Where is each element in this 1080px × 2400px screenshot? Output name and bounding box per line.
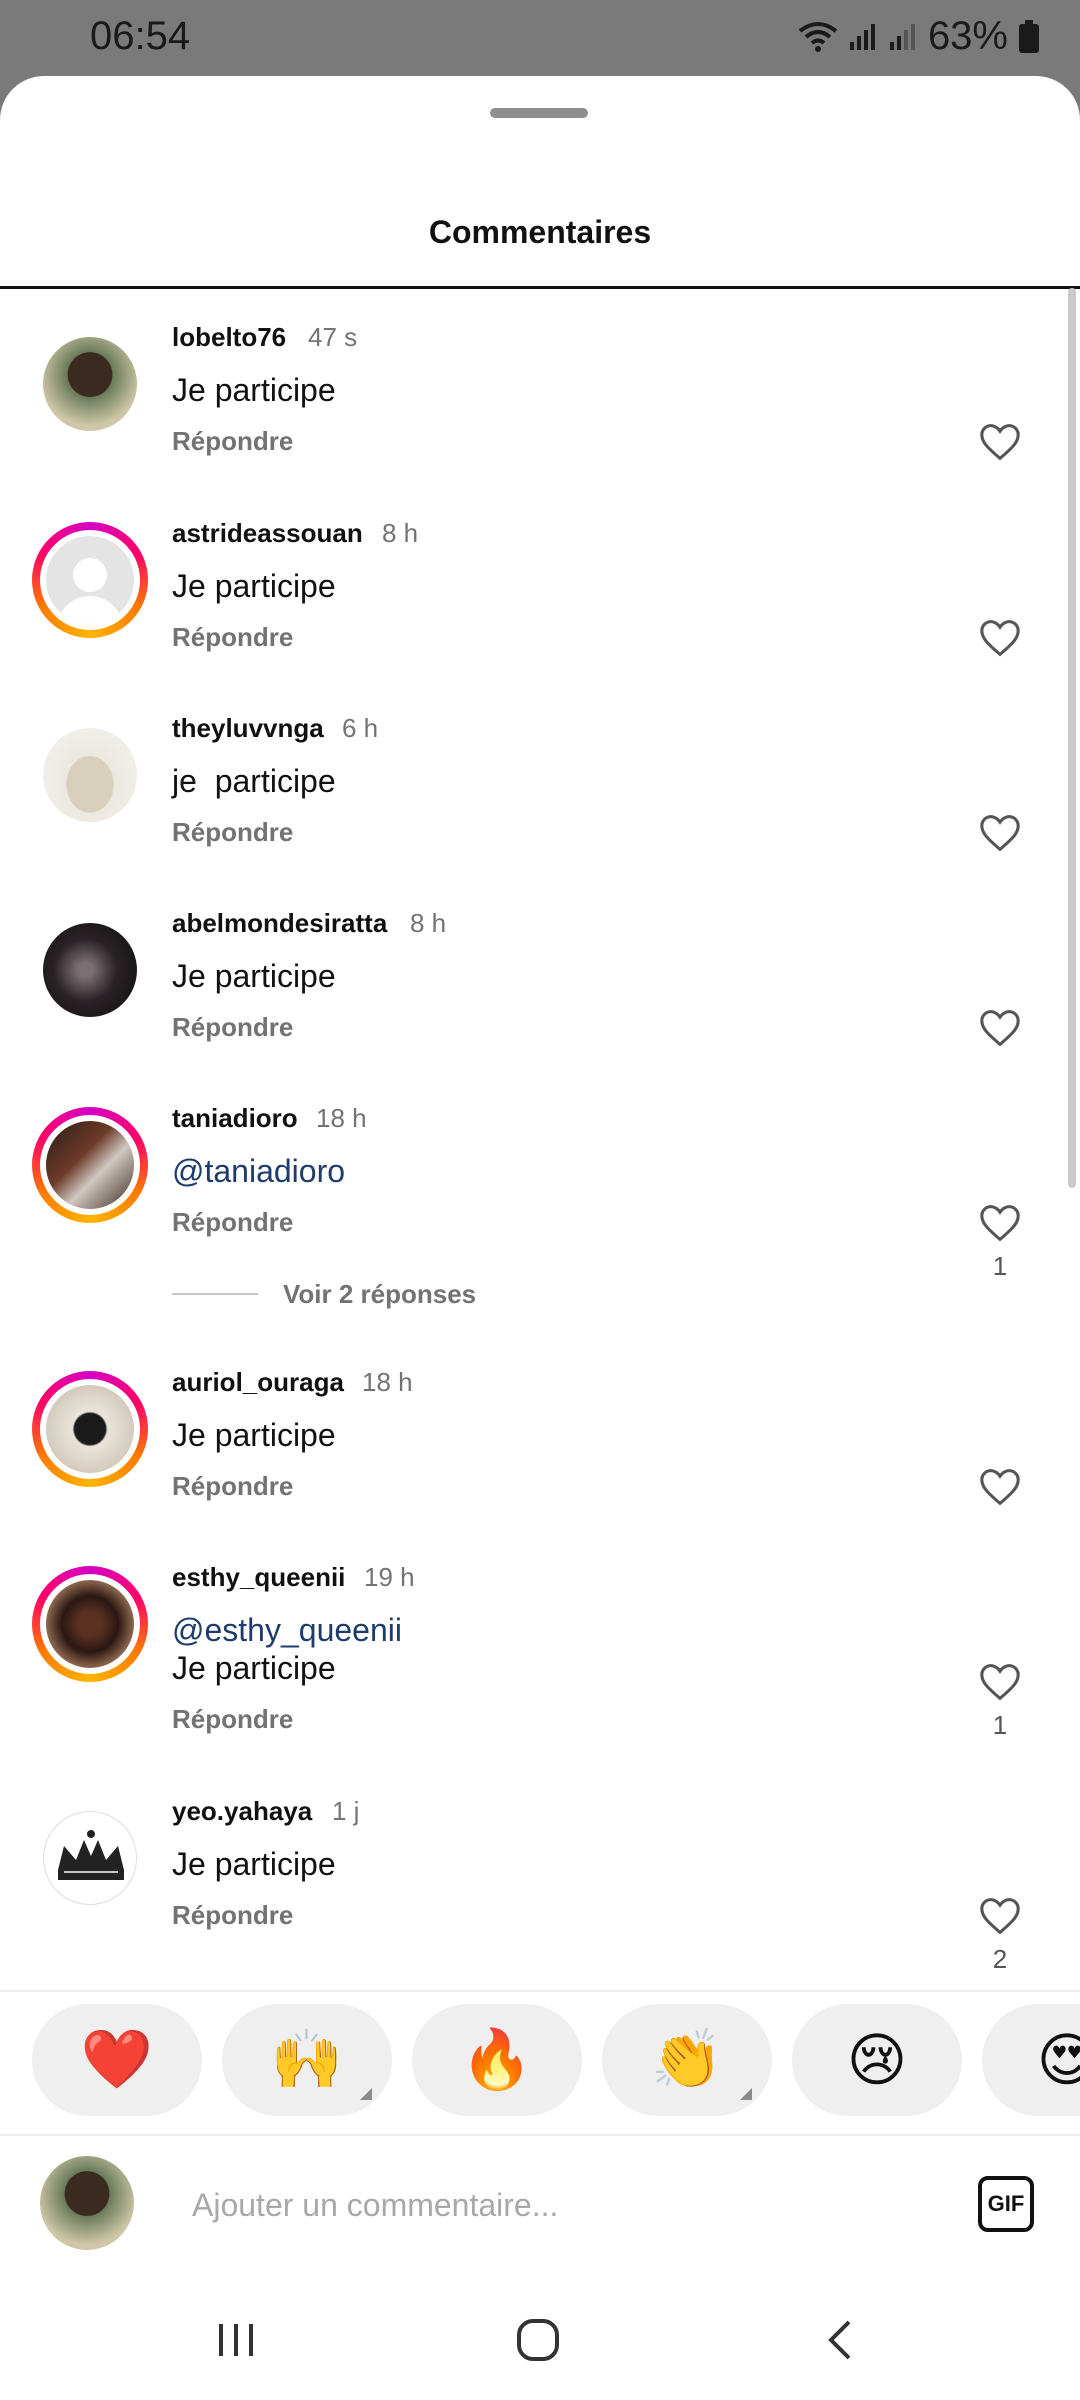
comment-text: Je participe (172, 1650, 336, 1686)
reply-button[interactable]: Répondre (172, 1207, 293, 1238)
avatar[interactable] (32, 326, 148, 442)
system-nav-bar (0, 2276, 1080, 2400)
comment-text: Je participe (172, 958, 336, 994)
heart-icon[interactable] (978, 1662, 1022, 1702)
comments-sheet: Commentaires lobelto76 47 s Je participe… (0, 76, 1080, 2400)
comment-time: 47 s (308, 322, 358, 352)
heart-icon[interactable] (978, 618, 1022, 658)
drag-handle[interactable] (490, 108, 588, 118)
emoji-bar-divider (0, 1990, 1080, 1992)
battery-percent: 63% (927, 14, 1008, 58)
back-icon (828, 2320, 851, 2360)
comment-username[interactable]: astrideassouan (172, 518, 363, 549)
like-count: 1 (992, 1710, 1008, 1740)
comment-item: auriol_ouraga 18 h Je participe Répondre (0, 1337, 1080, 1532)
recent-apps-icon (219, 2324, 253, 2356)
comment-username[interactable]: taniadioro (172, 1103, 298, 1134)
home-icon (517, 2319, 559, 2361)
comment-text: Je participe (172, 568, 336, 604)
status-icons: 63% (798, 14, 1040, 59)
heart-icon[interactable] (978, 1896, 1022, 1936)
heart-icon[interactable] (978, 813, 1022, 853)
heart-icon[interactable] (978, 422, 1022, 462)
comment-time: 18 h (316, 1103, 367, 1133)
emoji-glyph: 👏 (650, 2027, 724, 2092)
reply-button[interactable]: Répondre (172, 1012, 293, 1043)
comment-time: 18 h (362, 1367, 413, 1397)
view-replies-line (172, 1293, 258, 1295)
comment-username[interactable]: auriol_ouraga (172, 1367, 344, 1398)
comment-item: theyluvvnga 6 h je participe Répondre (0, 683, 1080, 878)
skin-tone-caret (740, 2088, 752, 2100)
heart-icon[interactable] (978, 1203, 1022, 1243)
comment-item: esthy_queenii 19 h @esthy_queenii Je par… (0, 1532, 1080, 1766)
like-count: 1 (992, 1251, 1008, 1281)
avatar[interactable] (32, 1107, 148, 1223)
heart-icon[interactable] (978, 1467, 1022, 1507)
reply-button[interactable]: Répondre (172, 1704, 293, 1735)
comment-time: 8 h (410, 908, 447, 938)
status-bar: 06:54 63% (0, 0, 1080, 76)
comment-input[interactable] (190, 2182, 914, 2228)
mention-link[interactable]: @taniadioro (172, 1153, 345, 1190)
comment-list: lobelto76 47 s Je participe Répondre ast… (0, 292, 1080, 1974)
view-replies-button[interactable]: Voir 2 réponses (283, 1279, 476, 1310)
reply-button[interactable]: Répondre (172, 817, 293, 848)
emoji-reaction-bar: ❤️ 🙌 🔥 👏 😢 😍 (0, 2004, 1080, 2122)
avatar[interactable] (32, 912, 148, 1028)
page-title: Commentaires (428, 214, 652, 250)
avatar[interactable] (32, 522, 148, 638)
skin-tone-caret (360, 2088, 372, 2100)
reply-button[interactable]: Répondre (172, 426, 293, 457)
comment-username[interactable]: abelmondesiratta (172, 908, 387, 939)
comment-time: 8 h (382, 518, 419, 548)
avatar[interactable] (32, 1371, 148, 1487)
comment-time: 6 h (342, 713, 379, 743)
comment-text: je participe (172, 763, 336, 799)
comment-username[interactable]: esthy_queenii (172, 1562, 345, 1593)
emoji-glyph: 🙌 (270, 2027, 344, 2092)
heart-icon[interactable] (978, 1008, 1022, 1048)
comment-composer: GIF (0, 2136, 1080, 2276)
comment-time: 19 h (364, 1562, 415, 1592)
back-button[interactable] (800, 2310, 880, 2370)
emoji-clap-button[interactable]: 👏 (602, 2004, 772, 2116)
emoji-heart-button[interactable]: ❤️ (32, 2004, 202, 2116)
own-avatar (40, 2156, 134, 2250)
comment-item: taniadioro 18 h @taniadioro Répondre 1 V… (0, 1073, 1080, 1337)
comment-item: astrideassouan 8 h Je participe Répondre (0, 488, 1080, 683)
battery-icon (1019, 19, 1039, 53)
signal-icon-2 (889, 23, 915, 50)
recent-apps-button[interactable] (196, 2310, 276, 2370)
home-button[interactable] (498, 2310, 578, 2370)
comment-item: lobelto76 47 s Je participe Répondre (0, 292, 1080, 488)
comment-item: yeo.yahaya 1 j Je participe Répondre 2 (0, 1766, 1080, 1974)
wifi-icon (798, 21, 838, 52)
signal-icon (849, 23, 875, 50)
gif-button[interactable]: GIF (978, 2176, 1034, 2232)
avatar[interactable] (32, 717, 148, 833)
emoji-crying-button[interactable]: 😢 (792, 2004, 962, 2116)
emoji-raised-hands-button[interactable]: 🙌 (222, 2004, 392, 2116)
reply-button[interactable]: Répondre (172, 622, 293, 653)
comment-username[interactable]: lobelto76 (172, 322, 286, 353)
status-time: 06:54 (90, 14, 191, 58)
avatar[interactable] (32, 1800, 148, 1916)
comment-username[interactable]: yeo.yahaya (172, 1796, 312, 1827)
avatar[interactable] (32, 1566, 148, 1682)
comment-text: Je participe (172, 372, 336, 408)
comment-username[interactable]: theyluvvnga (172, 713, 324, 744)
emoji-heart-eyes-button[interactable]: 😍 (982, 2004, 1080, 2116)
comment-text: Je participe (172, 1846, 336, 1882)
like-count: 2 (992, 1944, 1008, 1974)
reply-button[interactable]: Répondre (172, 1471, 293, 1502)
comment-text: Je participe (172, 1417, 336, 1453)
title-divider (0, 286, 1080, 289)
mention-link[interactable]: @esthy_queenii (172, 1612, 402, 1649)
reply-button[interactable]: Répondre (172, 1900, 293, 1931)
comment-time: 1 j (332, 1796, 360, 1826)
emoji-fire-button[interactable]: 🔥 (412, 2004, 582, 2116)
crown-icon (58, 1830, 124, 1880)
comment-item: abelmondesiratta 8 h Je participe Répond… (0, 878, 1080, 1073)
